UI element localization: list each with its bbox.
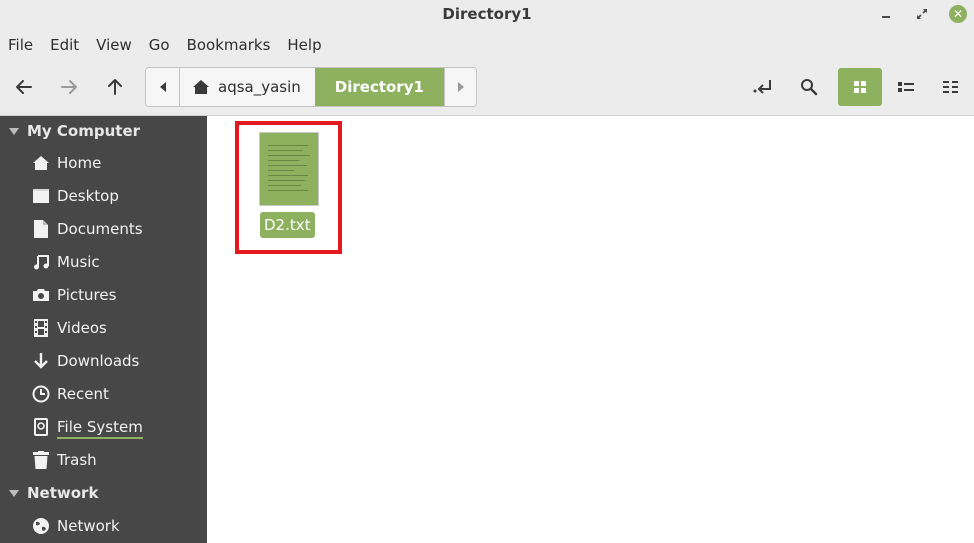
document-icon xyxy=(34,220,48,238)
close-button[interactable]: ✕ xyxy=(948,4,968,24)
sidebar-item-videos[interactable]: Videos xyxy=(0,313,207,343)
file-name-label: D2.txt xyxy=(260,212,315,238)
up-arrow-icon xyxy=(108,79,122,95)
path-scroll-right-button[interactable] xyxy=(444,68,476,106)
title-bar: Directory1 ✕ xyxy=(0,0,974,30)
sidebar-item-label: File System xyxy=(57,418,143,439)
sidebar: My Computer Home Desktop Documents Music… xyxy=(0,116,207,543)
menu-help[interactable]: Help xyxy=(287,36,321,54)
file-item-d2-txt[interactable]: D2.txt xyxy=(257,130,323,242)
grid-view-icon xyxy=(854,81,866,93)
sidebar-item-file-system[interactable]: File System xyxy=(0,412,207,442)
expander-icon xyxy=(9,127,19,135)
close-icon: ✕ xyxy=(949,5,967,23)
crumb-current[interactable]: Directory1 xyxy=(314,68,444,106)
sidebar-item-label: Music xyxy=(57,253,100,271)
toggle-location-icon xyxy=(753,80,771,94)
maximize-button[interactable] xyxy=(912,4,932,24)
sidebar-item-label: Desktop xyxy=(57,187,119,205)
minimize-button[interactable] xyxy=(876,4,896,24)
sidebar-item-desktop[interactable]: Desktop xyxy=(0,181,207,211)
sidebar-item-pictures[interactable]: Pictures xyxy=(0,280,207,310)
search-icon xyxy=(801,79,818,96)
crumb-label: aqsa_yasin xyxy=(218,78,301,96)
forward-button[interactable] xyxy=(54,72,84,102)
maximize-icon xyxy=(917,9,927,19)
sidebar-item-label: Recent xyxy=(57,385,109,403)
minimize-icon xyxy=(882,16,890,18)
toolbar: aqsa_yasin Directory1 xyxy=(0,60,974,116)
sidebar-item-label: Videos xyxy=(57,319,107,337)
compact-view-button[interactable] xyxy=(929,68,973,106)
film-icon xyxy=(34,319,48,337)
sidebar-item-home[interactable]: Home xyxy=(0,148,207,178)
list-view-button[interactable] xyxy=(884,68,928,106)
expander-icon xyxy=(9,489,19,497)
toggle-location-button[interactable] xyxy=(748,72,778,102)
menu-edit[interactable]: Edit xyxy=(50,36,79,54)
globe-icon xyxy=(33,518,49,534)
up-button[interactable] xyxy=(100,72,130,102)
camera-icon xyxy=(33,289,49,301)
crumb-home[interactable]: aqsa_yasin xyxy=(180,68,315,106)
sidebar-item-music[interactable]: Music xyxy=(0,247,207,277)
desktop-icon xyxy=(33,189,49,203)
list-view-icon xyxy=(898,82,914,92)
trash-icon xyxy=(33,451,49,469)
home-icon xyxy=(193,80,209,94)
menu-bookmarks[interactable]: Bookmarks xyxy=(187,36,271,54)
search-button[interactable] xyxy=(794,72,824,102)
compact-view-icon xyxy=(943,81,958,93)
sidebar-item-label: Documents xyxy=(57,220,143,238)
sidebar-item-downloads[interactable]: Downloads xyxy=(0,346,207,376)
home-icon xyxy=(33,156,49,170)
sidebar-section-network[interactable]: Network xyxy=(0,478,207,508)
sidebar-section-label: My Computer xyxy=(27,122,141,140)
sidebar-item-label: Pictures xyxy=(57,286,117,304)
text-file-icon xyxy=(259,132,319,206)
menu-bar: File Edit View Go Bookmarks Help xyxy=(0,30,974,60)
sidebar-item-label: Downloads xyxy=(57,352,140,370)
sidebar-item-network[interactable]: Network xyxy=(0,511,207,541)
sidebar-item-label: Home xyxy=(57,154,102,172)
clock-icon xyxy=(32,385,50,403)
menu-file[interactable]: File xyxy=(8,36,33,54)
window-title: Directory1 xyxy=(442,5,532,23)
icon-view-button[interactable] xyxy=(838,68,882,106)
menu-go[interactable]: Go xyxy=(149,36,170,54)
sidebar-item-label: Trash xyxy=(57,451,97,469)
triangle-left-icon xyxy=(159,82,166,92)
forward-arrow-icon xyxy=(61,80,77,94)
sidebar-section-label: Network xyxy=(27,484,99,502)
triangle-right-icon xyxy=(457,82,464,92)
back-button[interactable] xyxy=(9,72,39,102)
sidebar-item-documents[interactable]: Documents xyxy=(0,214,207,244)
path-scroll-left-button[interactable] xyxy=(146,68,180,106)
sidebar-item-label: Network xyxy=(57,517,120,535)
menu-view[interactable]: View xyxy=(96,36,132,54)
path-bar: aqsa_yasin Directory1 xyxy=(145,67,477,107)
sidebar-item-recent[interactable]: Recent xyxy=(0,379,207,409)
file-view[interactable]: D2.txt xyxy=(207,116,974,543)
download-arrow-icon xyxy=(34,353,48,369)
sidebar-item-trash[interactable]: Trash xyxy=(0,445,207,475)
back-arrow-icon xyxy=(16,80,32,94)
drive-icon xyxy=(34,418,48,436)
sidebar-section-my-computer[interactable]: My Computer xyxy=(0,116,207,146)
music-note-icon xyxy=(34,255,49,270)
